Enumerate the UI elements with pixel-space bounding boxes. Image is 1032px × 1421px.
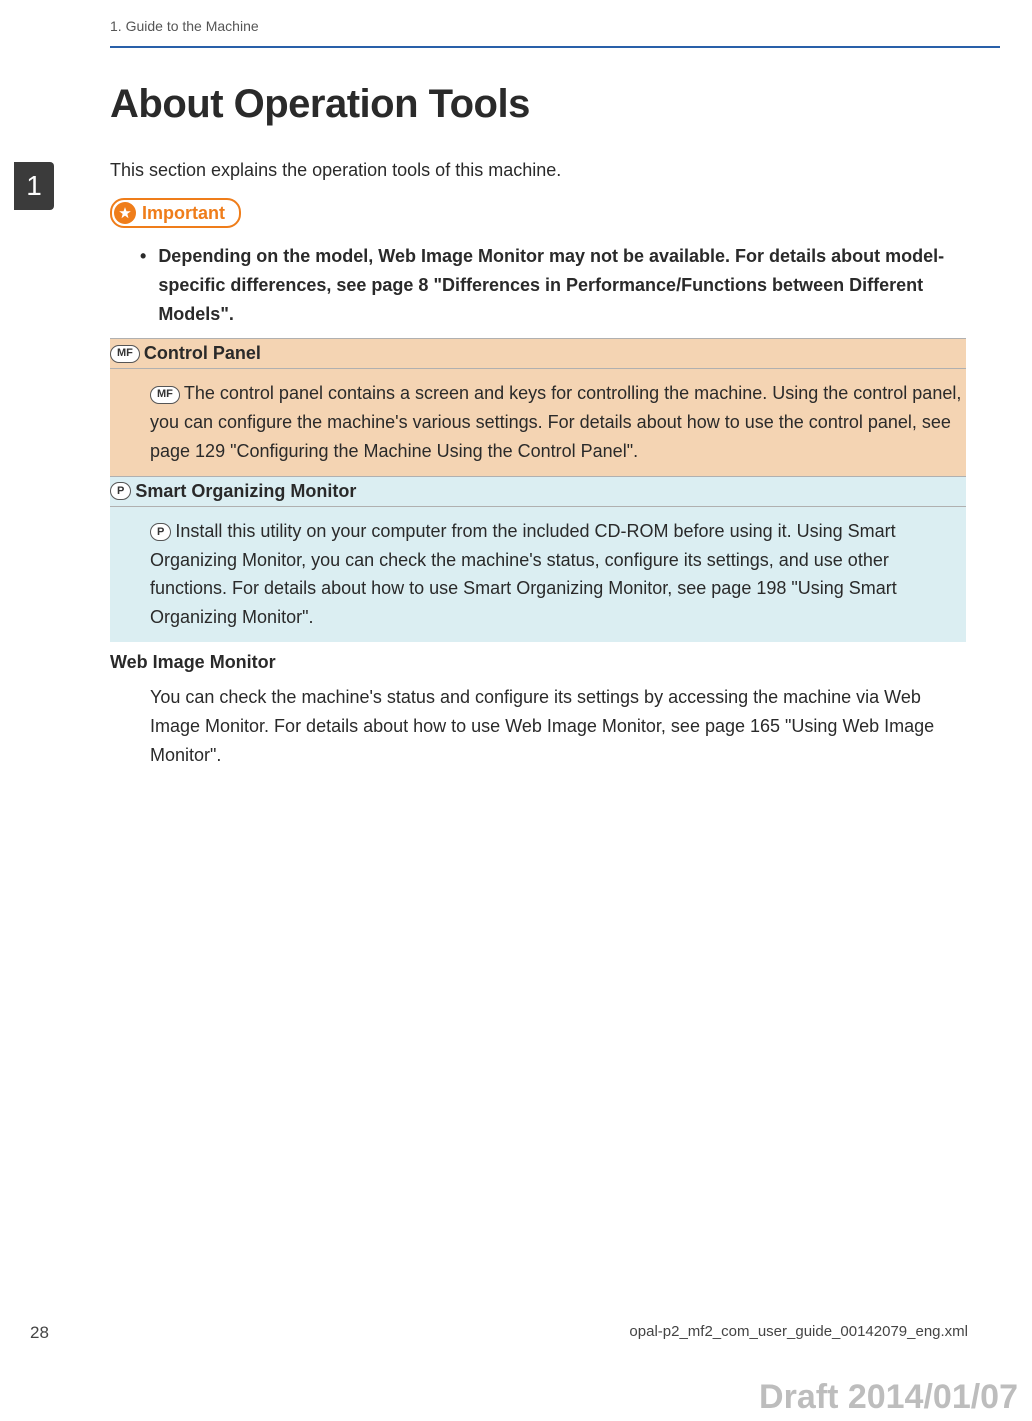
breadcrumb-text: 1. Guide to the Machine [110, 18, 259, 34]
mf-body-text: The control panel contains a screen and … [150, 383, 961, 461]
important-bullet-text: Depending on the model, Web Image Monito… [158, 242, 966, 328]
page-content: About Operation Tools This section expla… [110, 82, 966, 779]
web-section-body: You can check the machine's status and c… [110, 679, 966, 779]
p-section-header: P Smart Organizing Monitor [110, 476, 966, 507]
page-footer: 28 opal-p2_mf2_com_user_guide_00142079_e… [30, 1323, 968, 1343]
p-section-body: PInstall this utility on your computer f… [110, 507, 966, 642]
mf-section-title: Control Panel [144, 343, 261, 364]
chapter-tab: 1 [14, 162, 54, 210]
page-title: About Operation Tools [110, 82, 966, 127]
p-badge-icon: P [110, 482, 131, 500]
page-number: 28 [30, 1323, 49, 1343]
web-section-title: Web Image Monitor [110, 642, 966, 679]
star-icon [114, 202, 136, 224]
important-callout: Important [110, 198, 241, 228]
mf-section-header: MF Control Panel [110, 338, 966, 369]
mf-section-body: MFThe control panel contains a screen an… [110, 369, 966, 475]
important-label-text: Important [142, 203, 225, 224]
source-filename: opal-p2_mf2_com_user_guide_00142079_eng.… [629, 1323, 968, 1343]
intro-text: This section explains the operation tool… [110, 157, 966, 184]
mf-badge-inline-icon: MF [150, 386, 180, 404]
p-body-text: Install this utility on your computer fr… [150, 521, 897, 627]
p-badge-inline-icon: P [150, 523, 171, 541]
p-section-title: Smart Organizing Monitor [135, 481, 356, 502]
mf-badge-icon: MF [110, 345, 140, 363]
chapter-breadcrumb: 1. Guide to the Machine [110, 18, 1000, 48]
chapter-number: 1 [26, 170, 42, 202]
bullet-dot-icon: • [140, 242, 146, 328]
important-bullet: • Depending on the model, Web Image Moni… [140, 242, 966, 328]
draft-watermark: Draft 2014/01/07 [759, 1378, 1018, 1417]
